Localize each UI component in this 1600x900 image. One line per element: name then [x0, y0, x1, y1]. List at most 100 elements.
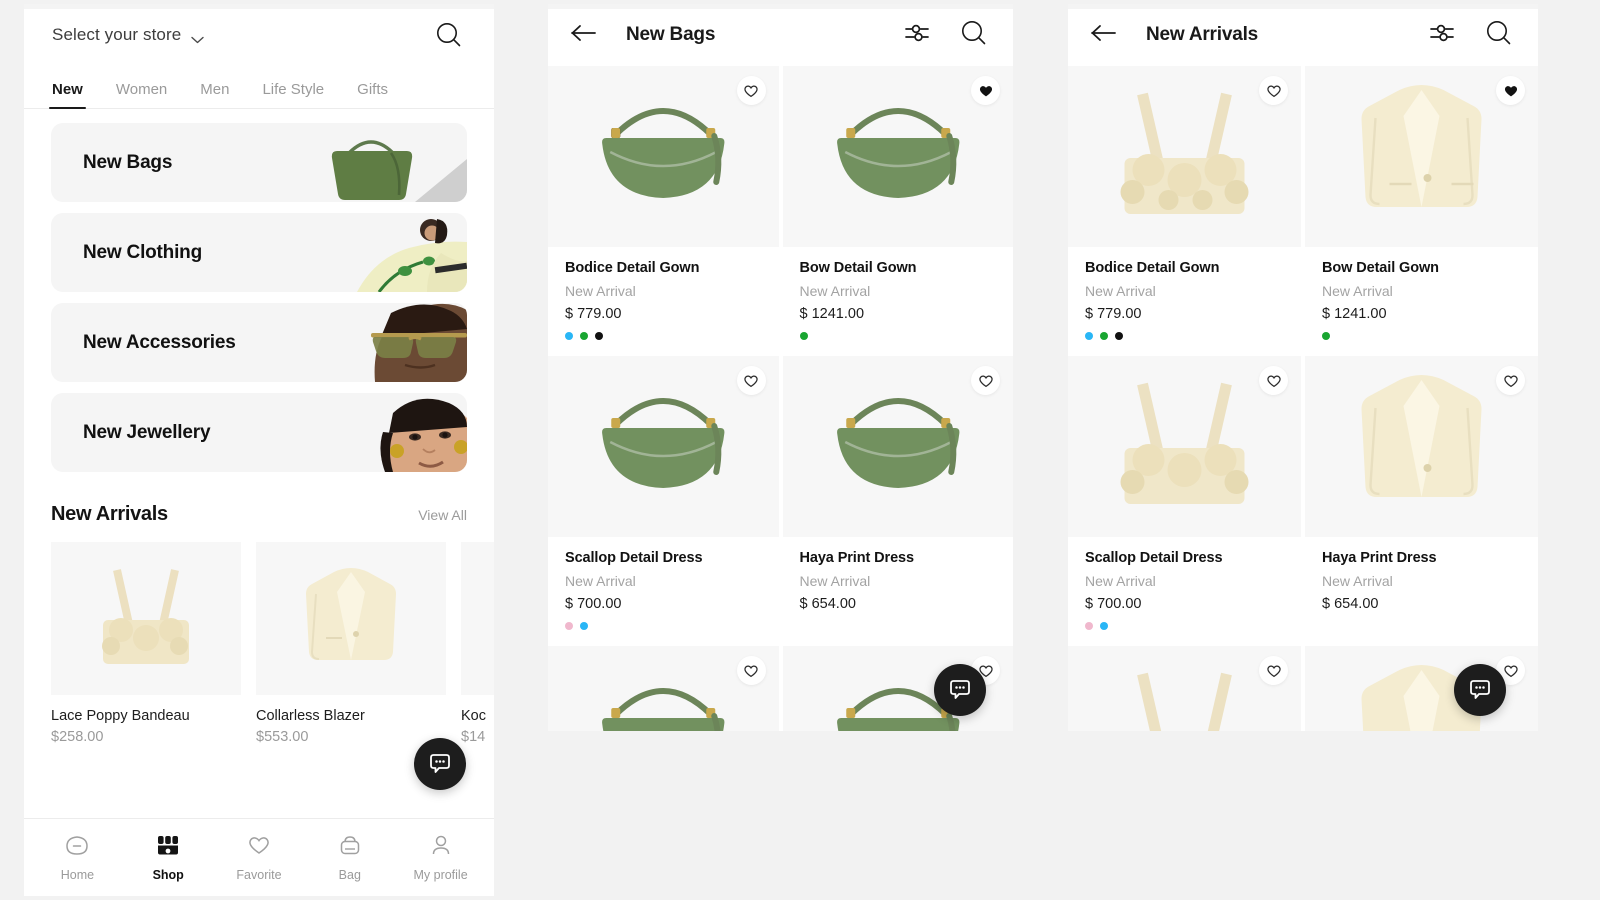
product-info: Scallop Detail Dress New Arrival $ 700.0… — [1068, 537, 1301, 642]
page-title: New Bags — [626, 24, 716, 45]
nav-item-favorite[interactable]: Favorite — [219, 834, 299, 882]
color-swatches[interactable] — [565, 332, 779, 340]
olive-handbag-art — [319, 123, 467, 202]
color-swatches[interactable] — [1322, 622, 1538, 630]
store-selector[interactable]: Select your store — [52, 25, 204, 45]
color-swatches[interactable] — [799, 332, 1014, 340]
product-name: Bodice Detail Gown — [565, 260, 700, 276]
cream-blazer-thumb — [256, 542, 446, 695]
arrow-left-icon[interactable] — [1090, 23, 1118, 48]
green-crescent-bag-thumb — [548, 356, 779, 537]
product-card-partial[interactable] — [1068, 646, 1301, 731]
heart-icon — [1503, 375, 1518, 388]
cream-bandeau-thumb — [1068, 646, 1301, 731]
product-card[interactable]: Haya Print Dress New Arrival $ 654.00 — [782, 356, 1014, 642]
color-swatch — [1322, 332, 1330, 340]
category-card-new-jewellery[interactable]: New Jewellery — [51, 393, 467, 472]
view-all-link[interactable]: View All — [418, 507, 467, 523]
product-price: $ 1241.00 — [799, 306, 865, 322]
product-card[interactable]: Bow Detail Gown New Arrival $ 1241.00 — [1305, 66, 1538, 352]
favorite-button[interactable] — [736, 656, 766, 685]
product-card[interactable]: Bodice Detail Gown New Arrival $ 779.00 — [548, 66, 779, 352]
chat-fab-new-arrivals[interactable] — [1454, 664, 1506, 716]
favorite-button[interactable] — [971, 76, 1000, 105]
category-tabs: New Women Men Life Style Gifts — [24, 66, 494, 109]
search-icon[interactable] — [1484, 18, 1514, 53]
product-card-partial[interactable] — [548, 646, 779, 731]
product-subtitle: New Arrival — [1085, 573, 1156, 589]
new-arrivals-rail[interactable]: Lace Poppy Bandeau $258.00 Collarless Bl… — [24, 526, 494, 745]
status-bar-sliver — [548, 4, 1013, 9]
product-info: Scallop Detail Dress New Arrival $ 700.0… — [548, 537, 779, 642]
color-swatches[interactable] — [1322, 332, 1538, 340]
category-card-label: New Clothing — [83, 241, 202, 263]
favorite-button[interactable] — [971, 366, 1000, 395]
favorite-button[interactable] — [1259, 366, 1288, 395]
favorite-button[interactable] — [736, 366, 766, 395]
color-swatch — [595, 332, 603, 340]
heart-icon — [744, 375, 758, 388]
category-card-new-accessories[interactable]: New Accessories — [51, 303, 467, 382]
cream-blazer-thumb — [1305, 66, 1538, 247]
product-info: Haya Print Dress New Arrival $ 654.00 — [1305, 537, 1538, 642]
rail-item[interactable]: Collarless Blazer $553.00 — [256, 542, 446, 745]
color-swatches[interactable] — [800, 622, 1014, 630]
favorite-button[interactable] — [1496, 366, 1525, 395]
favorite-button[interactable] — [736, 76, 766, 105]
color-swatch — [565, 622, 573, 630]
man-sunglasses-art — [319, 303, 467, 382]
favorite-button[interactable] — [1496, 76, 1525, 105]
new-bags-screen-panel: New Bags Bodice Detail Gown New Arrival … — [548, 4, 1013, 731]
green-crescent-bag-thumb — [782, 356, 1013, 537]
nav-item-my-profile[interactable]: My profile — [401, 834, 481, 882]
product-info: Haya Print Dress New Arrival $ 654.00 — [783, 537, 1014, 642]
heart-icon — [1266, 375, 1281, 388]
product-card[interactable]: Bodice Detail Gown New Arrival $ 779.00 — [1068, 66, 1301, 352]
chat-fab-bags[interactable] — [934, 664, 986, 716]
rail-item[interactable]: Lace Poppy Bandeau $258.00 — [51, 542, 241, 745]
nav-item-home[interactable]: Home — [37, 834, 117, 882]
nav-item-label: Favorite — [236, 867, 282, 882]
product-subtitle: New Arrival — [1322, 283, 1393, 299]
color-swatches[interactable] — [1085, 332, 1301, 340]
chat-fab-home[interactable] — [414, 738, 466, 790]
tab-men[interactable]: Men — [200, 81, 229, 108]
tab-women[interactable]: Women — [116, 81, 167, 108]
product-card[interactable]: Bow Detail Gown New Arrival $ 1241.00 — [782, 66, 1014, 352]
category-card-new-clothing[interactable]: New Clothing — [51, 213, 467, 292]
search-icon[interactable] — [959, 18, 989, 53]
filter-sliders-icon[interactable] — [1428, 20, 1456, 51]
color-swatches[interactable] — [565, 622, 779, 630]
product-price: $ 700.00 — [565, 596, 622, 612]
person-icon — [428, 834, 454, 861]
arrow-left-icon[interactable] — [570, 23, 598, 48]
product-name: Scallop Detail Dress — [565, 550, 703, 566]
header-actions — [903, 18, 989, 53]
favorite-button[interactable] — [1259, 656, 1288, 685]
heart-icon — [1503, 665, 1518, 678]
rail-item[interactable]: Koc $14 — [461, 542, 494, 745]
product-price: $ 1241.00 — [1322, 306, 1387, 322]
woman-earring-art — [319, 393, 467, 472]
product-name: Haya Print Dress — [799, 550, 915, 566]
nav-item-shop[interactable]: Shop — [128, 834, 208, 882]
filter-sliders-icon[interactable] — [903, 20, 931, 51]
tab-life-style[interactable]: Life Style — [262, 81, 324, 108]
product-card[interactable]: Haya Print Dress New Arrival $ 654.00 — [1305, 356, 1538, 642]
nav-item-bag[interactable]: Bag — [310, 834, 390, 882]
heart-icon — [1504, 86, 1517, 97]
color-swatches[interactable] — [1085, 622, 1301, 630]
tab-gifts[interactable]: Gifts — [357, 81, 388, 108]
product-card[interactable]: Scallop Detail Dress New Arrival $ 700.0… — [1068, 356, 1301, 642]
search-icon[interactable] — [432, 18, 466, 52]
heart-icon — [979, 86, 992, 97]
bag-icon — [337, 834, 363, 861]
product-card[interactable]: Scallop Detail Dress New Arrival $ 700.0… — [548, 356, 779, 642]
green-crescent-bag-thumb — [548, 66, 779, 247]
woman-print-dress-art — [319, 213, 467, 292]
tab-new[interactable]: New — [49, 81, 86, 109]
product-name: Bodice Detail Gown — [1085, 260, 1220, 276]
status-bar-sliver — [1068, 4, 1538, 9]
favorite-button[interactable] — [1259, 76, 1288, 105]
category-card-new-bags[interactable]: New Bags — [51, 123, 467, 202]
